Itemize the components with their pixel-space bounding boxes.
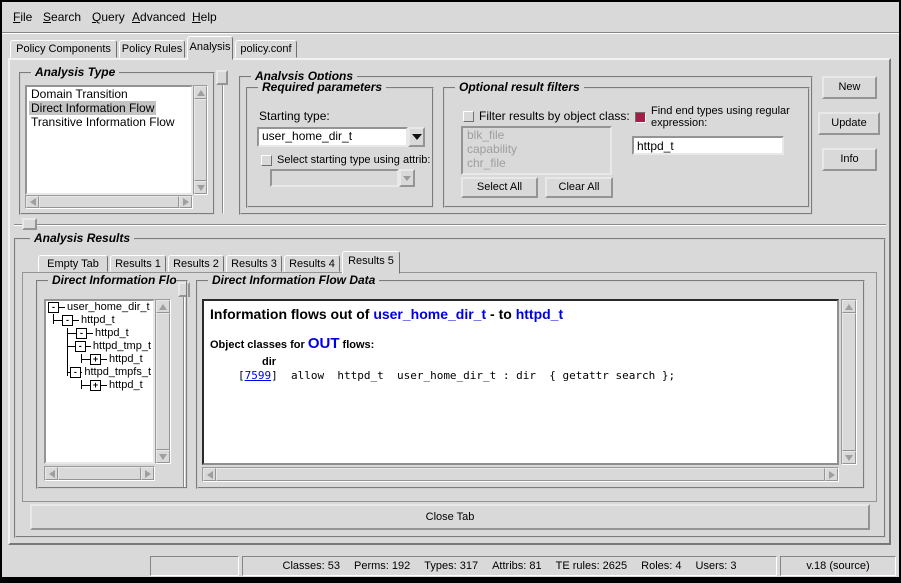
tree-row[interactable]: - httpd_tmpfs_t bbox=[46, 366, 153, 379]
data-vscrollbar[interactable] bbox=[841, 299, 857, 465]
scrollbar-thumb[interactable] bbox=[842, 313, 856, 451]
tree-line bbox=[81, 380, 82, 389]
status-stat: Roles: 4 bbox=[641, 560, 681, 572]
tree-expander-icon[interactable]: - bbox=[76, 328, 87, 339]
tree-node-label[interactable]: httpd_tmpfs_t bbox=[82, 366, 153, 379]
menubar: File Search QueryAdvanced Help bbox=[2, 2, 899, 33]
target-type: httpd_t bbox=[516, 306, 563, 322]
tree-node-label[interactable]: user_home_dir_t bbox=[65, 301, 152, 314]
rule-number-link[interactable]: 7599 bbox=[245, 369, 272, 382]
status-empty-cell bbox=[150, 556, 239, 576]
tree-expander-icon[interactable]: - bbox=[48, 302, 59, 313]
tree-node-label[interactable]: httpd_t bbox=[79, 314, 117, 327]
menu-item[interactable]: File bbox=[13, 2, 32, 32]
status-stat: Attribs: 81 bbox=[492, 560, 542, 572]
flow-subheader: Object classes for OUT flows: bbox=[210, 335, 831, 352]
tree-expander-icon[interactable]: + bbox=[90, 380, 101, 391]
tree-expander-icon[interactable]: - bbox=[70, 367, 81, 378]
tree-node-label[interactable]: httpd_t bbox=[107, 379, 145, 392]
main-tab[interactable]: Policy Rules bbox=[119, 40, 185, 58]
flow-tree-title: Direct Information Flow Tree bbox=[48, 273, 176, 287]
status-stat: TE rules: 2625 bbox=[556, 560, 628, 572]
status-stat: Types: 317 bbox=[424, 560, 478, 572]
tree-expander-icon[interactable]: - bbox=[75, 341, 86, 352]
data-hscrollbar[interactable] bbox=[202, 467, 839, 482]
close-tab-button[interactable]: Close Tab bbox=[30, 504, 870, 530]
rule-line: [7599] allow httpd_t user_home_dir_t : d… bbox=[238, 369, 831, 382]
status-stat: Users: 3 bbox=[696, 560, 737, 572]
scrollbar-thumb[interactable] bbox=[156, 313, 170, 450]
tree-row[interactable]: + httpd_t bbox=[46, 353, 153, 366]
scrollbar-thumb[interactable] bbox=[58, 467, 141, 480]
scrollbar-thumb[interactable] bbox=[216, 468, 825, 481]
flow-data-textarea[interactable]: Information flows out of user_home_dir_t… bbox=[202, 299, 839, 465]
scroll-up-icon[interactable] bbox=[842, 300, 856, 313]
menu-item[interactable]: Advanced bbox=[132, 2, 185, 32]
tree-line bbox=[67, 328, 68, 376]
source-type: user_home_dir_t bbox=[373, 306, 486, 322]
status-stat: Classes: 53 bbox=[283, 560, 340, 572]
main-tab[interactable]: Policy Components bbox=[10, 40, 117, 58]
tree-node-label[interactable]: httpd_t bbox=[107, 353, 145, 366]
results-tab[interactable]: Results 5 bbox=[342, 251, 400, 274]
results-tab[interactable]: Results 3 bbox=[226, 255, 282, 272]
flow-tree[interactable]: - user_home_dir_t - httpd_t - httpd_t - … bbox=[44, 299, 155, 464]
scroll-right-icon[interactable] bbox=[141, 467, 154, 480]
tree-node-label[interactable]: httpd_t bbox=[93, 327, 131, 340]
scroll-down-icon[interactable] bbox=[156, 450, 170, 463]
results-tab[interactable]: Results 2 bbox=[168, 255, 224, 272]
menu-item[interactable]: Query bbox=[92, 2, 125, 32]
tree-row[interactable]: - httpd_t bbox=[46, 327, 153, 340]
tree-expander-icon[interactable]: - bbox=[62, 315, 73, 326]
tree-row[interactable]: - user_home_dir_t bbox=[46, 301, 153, 314]
results-tab[interactable]: Empty Tab bbox=[38, 255, 108, 272]
scroll-left-icon[interactable] bbox=[45, 467, 58, 480]
results-tab[interactable]: Results 4 bbox=[284, 255, 340, 272]
flow-direction: OUT bbox=[308, 335, 340, 352]
scroll-up-icon[interactable] bbox=[156, 300, 170, 313]
tree-hscrollbar[interactable] bbox=[44, 466, 155, 481]
object-class-name: dir bbox=[262, 356, 831, 368]
scroll-left-icon[interactable] bbox=[203, 468, 216, 481]
rule-text: allow httpd_t user_home_dir_t : dir { ge… bbox=[278, 369, 675, 382]
window-bottom-border bbox=[2, 577, 899, 581]
status-stat: Perms: 192 bbox=[354, 560, 410, 572]
main-tab[interactable]: policy.conf bbox=[235, 40, 297, 58]
menu-item[interactable]: Search bbox=[43, 2, 81, 32]
main-tab[interactable]: Analysis bbox=[187, 36, 233, 60]
flow-header: Information flows out of user_home_dir_t… bbox=[210, 306, 831, 322]
flow-data-title: Direct Information Flow Data bbox=[208, 273, 379, 287]
tree-expander-icon[interactable]: + bbox=[90, 354, 101, 365]
scroll-right-icon[interactable] bbox=[825, 468, 838, 481]
tree-row[interactable]: - httpd_t bbox=[46, 314, 153, 327]
tree-line bbox=[53, 314, 54, 324]
status-stats: Classes: 53 Perms: 192 Types: 317 Attribs: … bbox=[242, 556, 777, 576]
tree-row[interactable]: - httpd_tmp_t bbox=[46, 340, 153, 353]
tree-line bbox=[81, 354, 82, 363]
menu-item[interactable]: Help bbox=[192, 2, 217, 32]
results-tab[interactable]: Results 1 bbox=[110, 255, 166, 272]
scroll-down-icon[interactable] bbox=[842, 451, 856, 464]
tree-vscrollbar[interactable] bbox=[155, 299, 171, 464]
tree-row[interactable]: + httpd_t bbox=[46, 379, 153, 392]
tree-node-label[interactable]: httpd_tmp_t bbox=[91, 340, 153, 353]
app-window: File Search QueryAdvanced Help Policy Compo… bbox=[0, 0, 901, 583]
status-version: v.18 (source) bbox=[780, 556, 896, 576]
